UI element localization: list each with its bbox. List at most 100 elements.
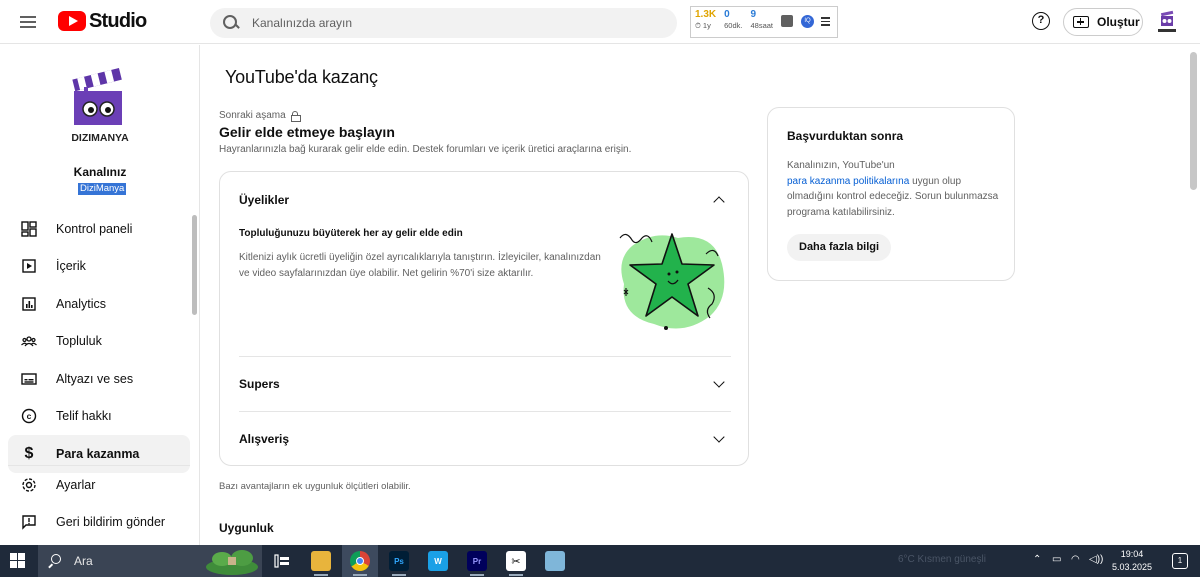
file-explorer-icon[interactable] (311, 551, 331, 571)
create-button[interactable]: Oluştur (1063, 8, 1143, 36)
feedback-icon (20, 513, 38, 531)
extension-avatar-icon[interactable]: IQ (801, 15, 815, 28)
channel-name[interactable]: DiziManya (78, 183, 127, 195)
aside-title: Başvurduktan sonra (787, 129, 904, 143)
eligibility-section-title: Uygunluk (219, 521, 274, 535)
clock-time: 19:04 (1120, 549, 1144, 559)
svg-text:DIZIMANYA: DIZIMANYA (71, 132, 129, 144)
logo-text: Studio (89, 9, 147, 32)
content-icon (20, 257, 38, 275)
sidebar-item-feedback[interactable]: Geri bildirim gönder (8, 504, 190, 542)
chevron-down-icon[interactable] (713, 431, 725, 443)
battery-icon[interactable]: ▭ (1052, 554, 1061, 565)
sidebar-item-label: Altyazı ve ses (56, 371, 134, 386)
channel-logo[interactable]: DIZIMANYA (62, 63, 138, 149)
sidebar-item-label: Kontrol paneli (56, 221, 133, 236)
dashboard-icon (20, 220, 38, 238)
sidebar-item-label: İçerik (56, 259, 86, 274)
channel-title: Kanalınız (73, 165, 127, 179)
youtube-play-icon (58, 11, 86, 31)
search-icon (48, 554, 62, 568)
aside-body-before: Kanalınızın, YouTube'un (787, 160, 895, 171)
accordion-divider (239, 411, 731, 412)
taskbar-search[interactable]: Ara (38, 545, 262, 577)
chevron-up-icon[interactable]: ⌃ (1033, 554, 1041, 565)
sidebar-item-settings[interactable]: Ayarlar (8, 466, 190, 504)
stat-value: 1.3K (695, 9, 717, 20)
notification-count: 1 (1177, 556, 1183, 565)
stat-value: 0 (724, 9, 730, 20)
accordion-shopping[interactable]: Alışveriş (239, 429, 731, 449)
sidebar-item-community[interactable]: Topluluk (8, 323, 190, 361)
stat-60min: 0 60dk. (724, 10, 742, 30)
sidebar-item-analytics[interactable]: Analytics (8, 285, 190, 323)
volume-icon[interactable]: ◁)) (1089, 554, 1103, 565)
clock-date: 5.03.2025 (1112, 562, 1153, 572)
search-input[interactable] (252, 16, 652, 30)
menu-icon[interactable] (18, 11, 40, 33)
stats-extension-widget[interactable]: 1.3K ⏱ 1y 0 60dk. 9 48saat IQ (690, 6, 838, 38)
sidebar-item-subtitles[interactable]: Altyazı ve ses (8, 360, 190, 398)
sidebar-scrollbar[interactable] (192, 215, 197, 315)
stat-label: ⏱ 1y (695, 21, 711, 30)
main-content: YouTube'da kazanç Sonraki aşama Gelir el… (201, 45, 1189, 545)
taskbar-indicator (470, 574, 484, 576)
stat-48h: 9 48saat (750, 10, 773, 30)
sidebar-item-label: Topluluk (56, 334, 102, 349)
photoshop-icon[interactable]: Ps (389, 551, 409, 571)
chart-icon[interactable] (781, 15, 794, 27)
search-icon[interactable] (222, 14, 240, 32)
stage-title: Gelir elde etmeye başlayın (219, 124, 395, 140)
star-illustration (619, 233, 725, 330)
studio-logo[interactable]: Studio (58, 9, 147, 32)
windows-taskbar: Ara Ps W Pr ✂ 6°C Kısmen güneşli ⌃ ▭ ◠ ◁… (0, 545, 1200, 577)
accordion-supers[interactable]: Supers (239, 374, 731, 394)
accordion-title: Supers (239, 377, 280, 391)
search-highlight-image (206, 550, 258, 575)
benefits-card: Üyelikler Topluluğunuzu büyüterek her ay… (219, 171, 749, 466)
premiere-pro-icon[interactable]: Pr (467, 551, 487, 571)
chevron-up-icon[interactable] (713, 196, 725, 208)
notification-icon[interactable]: 1 (1172, 553, 1188, 569)
sidebar-item-dashboard[interactable]: Kontrol paneli (8, 210, 190, 248)
dollar-icon: $ (24, 444, 34, 462)
monetization-policies-link[interactable]: para kazanma politikalarına (787, 176, 909, 187)
sidebar-bottom: Ayarlar Geri bildirim gönder (8, 465, 190, 541)
extension-menu-icon[interactable] (821, 17, 831, 28)
help-button[interactable]: ? (1032, 12, 1050, 30)
accordion-title: Üyelikler (239, 193, 290, 207)
chrome-icon[interactable] (350, 551, 370, 571)
wondershare-icon[interactable]: W (428, 551, 448, 571)
notes-app-icon[interactable] (545, 551, 565, 571)
sidebar-item-label: Para kazanma (56, 446, 140, 461)
chevron-down-icon[interactable] (713, 376, 725, 388)
capcut-icon[interactable]: ✂ (506, 551, 526, 571)
stage-label-text: Sonraki aşama (219, 110, 286, 121)
subtitles-icon (20, 370, 38, 388)
learn-more-button[interactable]: Daha fazla bilgi (787, 234, 892, 261)
wifi-icon[interactable]: ◠ (1071, 554, 1080, 565)
stat-label: 48saat (750, 21, 774, 30)
search-bar[interactable] (210, 8, 677, 38)
stat-views: 1.3K ⏱ 1y (695, 10, 716, 30)
top-bar: Studio 1.3K ⏱ 1y 0 60dk. 9 48saat IQ ? (0, 0, 1200, 44)
community-icon (20, 332, 38, 350)
task-view-icon[interactable] (272, 551, 292, 571)
taskbar-indicator (353, 574, 367, 576)
sidebar-item-content[interactable]: İçerik (8, 248, 190, 286)
stage-label: Sonraki aşama (219, 110, 301, 122)
sidebar: DIZIMANYA Kanalınız DiziManya Kontrol pa… (0, 45, 200, 545)
account-avatar[interactable] (1155, 9, 1179, 35)
windows-start-icon[interactable] (10, 553, 26, 569)
accordion-memberships[interactable]: Üyelikler (239, 190, 731, 210)
sidebar-nav: Kontrol paneli İçerik Analytics Topluluk (8, 210, 190, 473)
weather-widget[interactable]: 6°C Kısmen güneşli (898, 554, 986, 565)
svg-text:c: c (27, 411, 32, 421)
memberships-subtitle: Topluluğunuzu büyüterek her ay gelir eld… (239, 228, 463, 239)
aside-body: Kanalınızın, YouTube'un para kazanma pol… (787, 158, 999, 220)
taskbar-clock[interactable]: 19:04 5.03.2025 (1112, 548, 1152, 574)
main-scrollbar[interactable] (1190, 52, 1197, 190)
sidebar-item-copyright[interactable]: c Telif hakkı (8, 398, 190, 436)
sidebar-item-label: Telif hakkı (56, 409, 112, 424)
taskbar-indicator (314, 574, 328, 576)
